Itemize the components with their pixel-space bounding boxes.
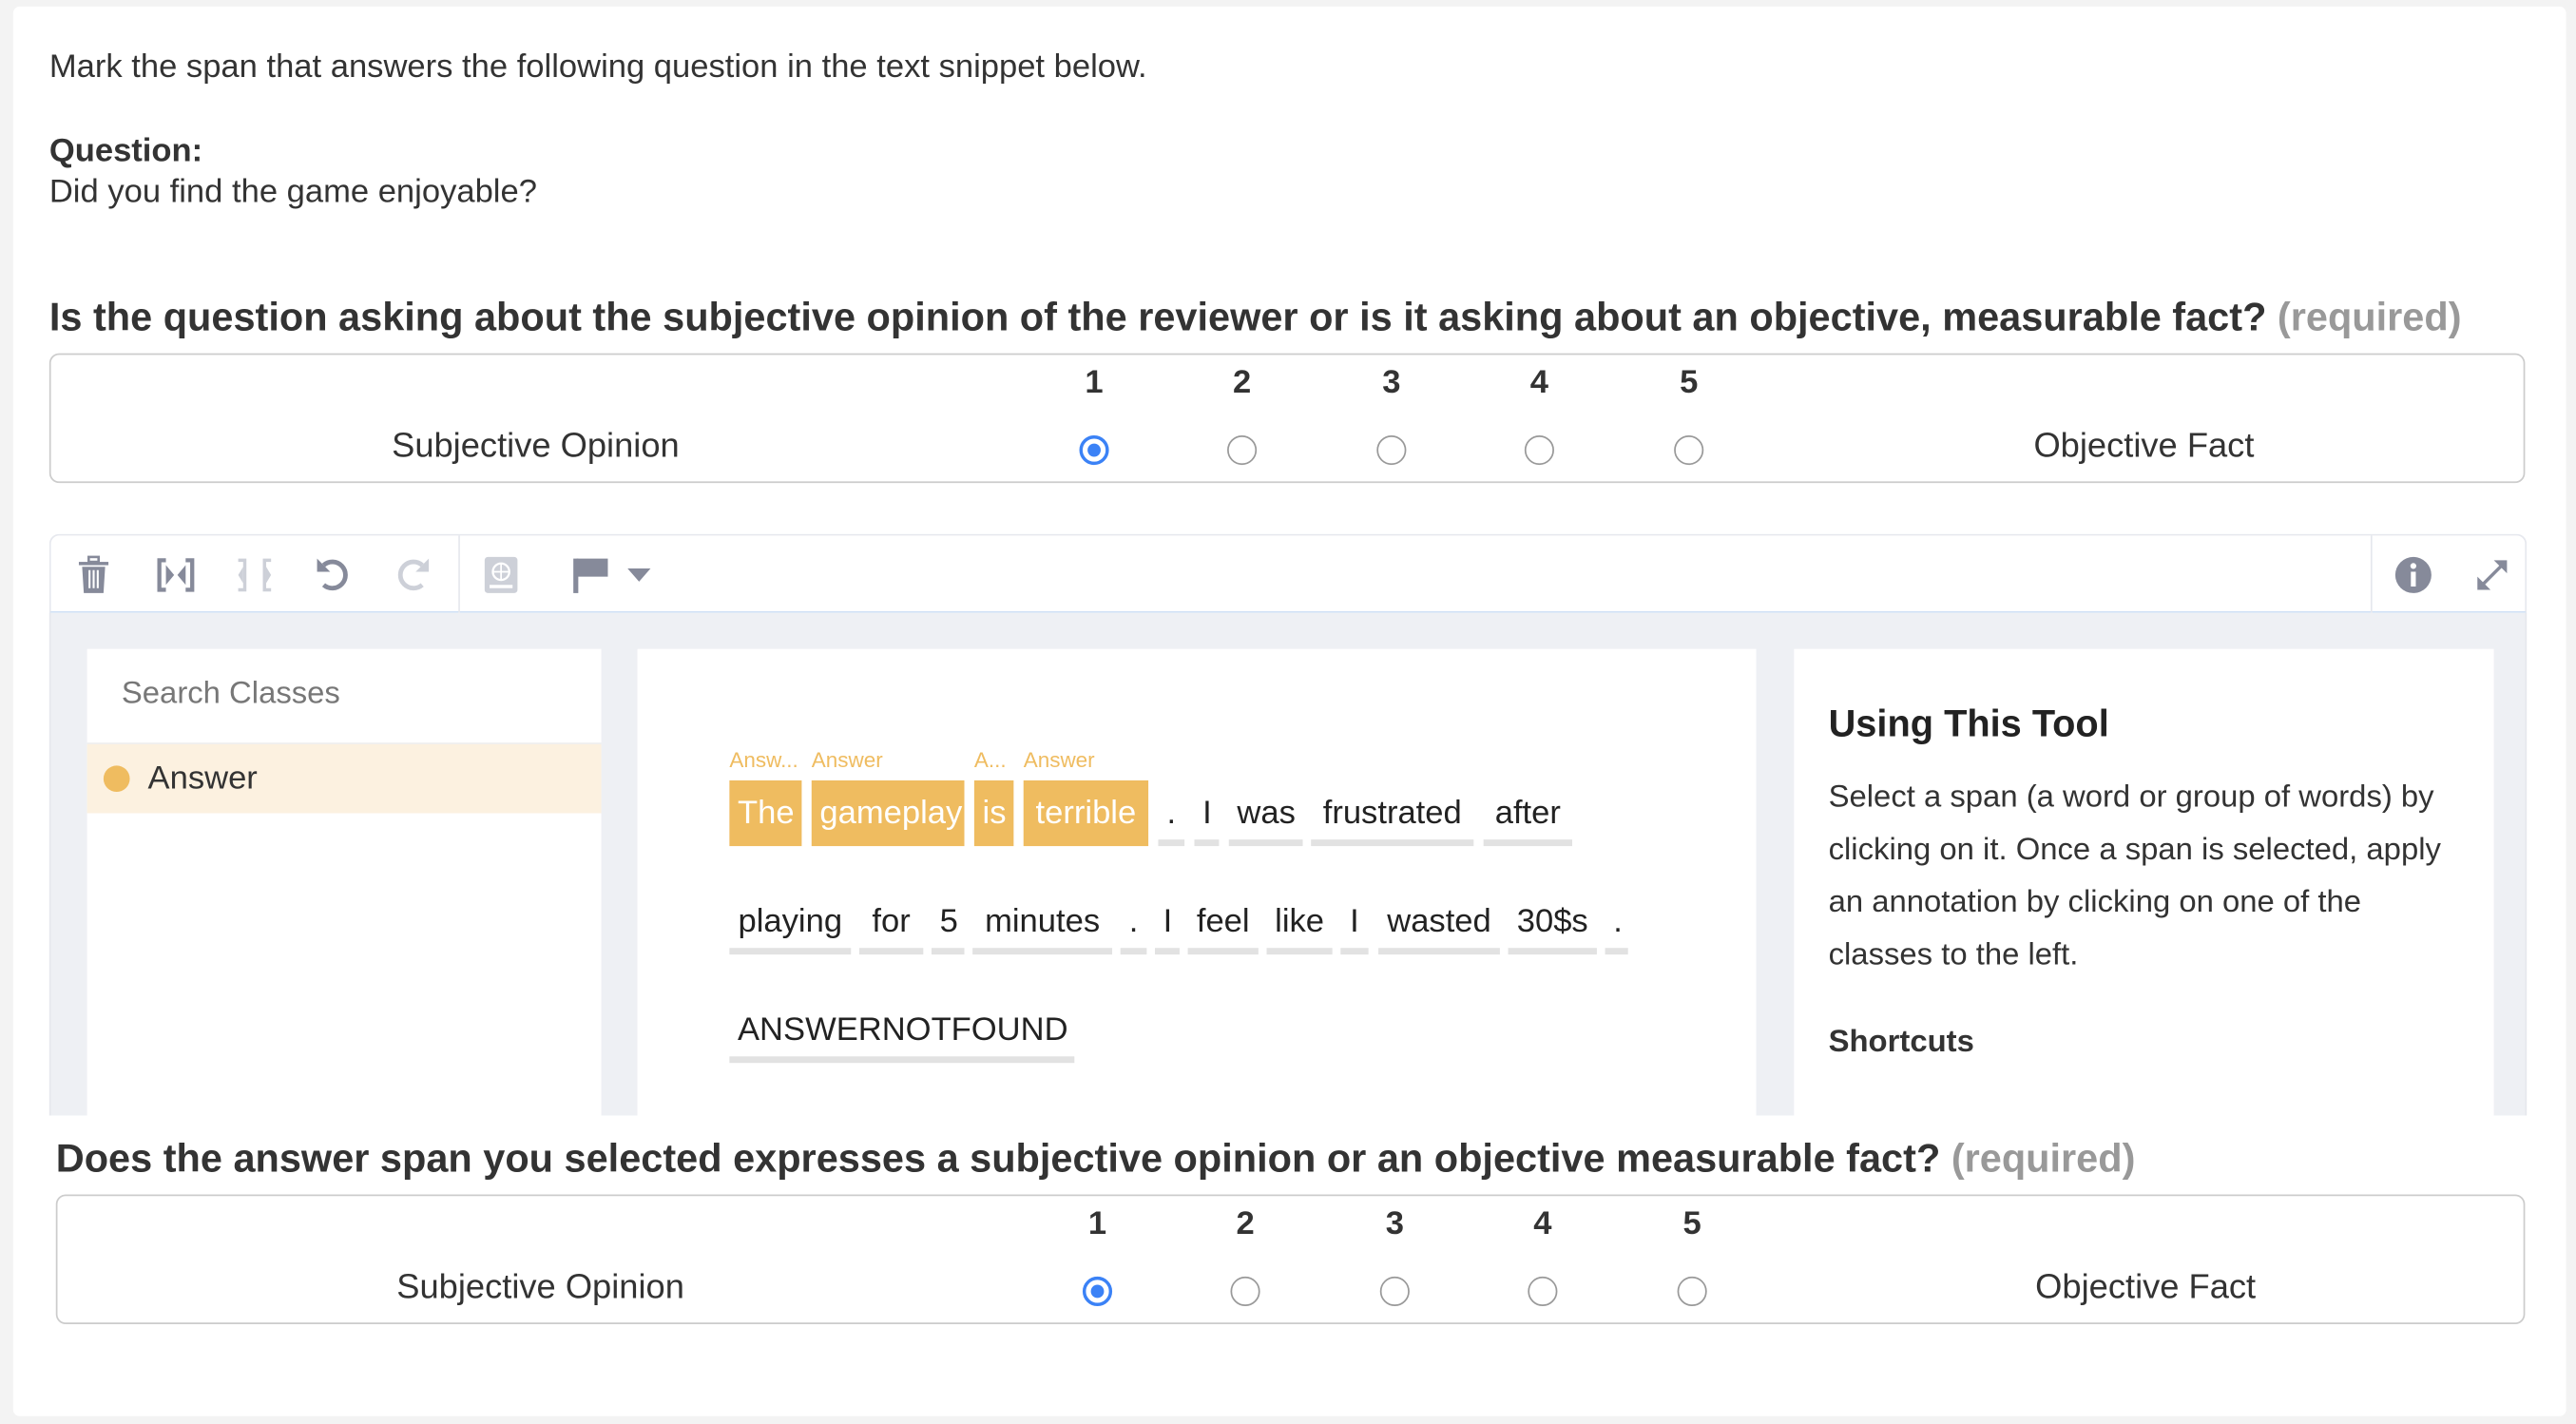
instruction-text: Mark the span that answers the following…	[48, 48, 1147, 86]
option-number: 3	[1382, 364, 1401, 401]
token-answer-not-found[interactable]: ANSWERNOTFOUND	[729, 997, 1075, 1064]
class-panel: Search Classes Answer	[87, 648, 602, 1116]
token-highlighted[interactable]: terrible	[1023, 779, 1149, 847]
token[interactable]: .	[1605, 889, 1628, 955]
token[interactable]: I	[1194, 780, 1220, 847]
left-label: Subjective Opinion	[396, 1268, 684, 1306]
radio-5[interactable]	[1674, 434, 1704, 466]
left-label: Subjective Opinion	[392, 427, 680, 466]
token[interactable]: like	[1266, 889, 1333, 955]
span-label: Answer	[811, 747, 883, 773]
option-number: 4	[1529, 364, 1549, 401]
token[interactable]: 30$s	[1508, 889, 1597, 955]
trash-icon[interactable]	[74, 555, 113, 594]
question-label: Question:	[48, 132, 203, 170]
token[interactable]: frustrated	[1311, 780, 1474, 847]
right-label: Objective Fact	[2033, 427, 2255, 466]
right-label: Objective Fact	[2035, 1268, 2257, 1306]
likert2-heading: Does the answer span you selected expres…	[56, 1137, 2136, 1183]
required-label: (required)	[2277, 296, 2462, 340]
radio-1[interactable]	[1082, 1276, 1113, 1306]
token[interactable]: was	[1228, 780, 1303, 847]
token[interactable]: 5	[931, 889, 965, 955]
annotation-toolbar	[48, 533, 2528, 613]
option-number: 3	[1385, 1205, 1404, 1242]
token[interactable]: playing	[729, 889, 852, 955]
token[interactable]: wasted	[1378, 889, 1500, 955]
radio-5[interactable]	[1677, 1276, 1707, 1306]
token[interactable]: .	[1158, 780, 1185, 847]
option-number: 1	[1085, 364, 1104, 401]
likert1-title: Is the question asking about the subject…	[48, 296, 2267, 340]
help-title: Using This Tool	[1828, 701, 2109, 744]
likert2-title: Does the answer span you selected expres…	[55, 1136, 1941, 1182]
shortcuts-heading: Shortcuts	[1828, 1025, 1974, 1060]
radio-4[interactable]	[1528, 1276, 1558, 1306]
likert1-heading: Is the question asking about the subject…	[49, 296, 2462, 341]
required-label: (required)	[1951, 1136, 2136, 1182]
span-label: A...	[973, 747, 1007, 773]
class-label: Answer	[147, 760, 258, 797]
option-number: 5	[1680, 364, 1699, 401]
help-panel: Using This Tool Select a span (a word or…	[1794, 648, 2494, 1116]
radio-2[interactable]	[1227, 434, 1258, 466]
caret-down-icon[interactable]	[620, 555, 659, 594]
token[interactable]: I	[1340, 889, 1369, 955]
token[interactable]: I	[1154, 889, 1180, 955]
radio-2[interactable]	[1230, 1276, 1260, 1306]
token[interactable]: minutes	[972, 889, 1113, 955]
token[interactable]: for	[858, 889, 924, 955]
redo-icon[interactable]	[393, 555, 432, 594]
option-number: 5	[1682, 1205, 1701, 1242]
option-number: 1	[1087, 1205, 1107, 1242]
search-classes-input[interactable]: Search Classes	[87, 649, 602, 744]
merge-icon[interactable]	[156, 555, 195, 594]
span-label: Answ...	[729, 747, 798, 773]
radio-1[interactable]	[1079, 434, 1109, 466]
token[interactable]: feel	[1187, 889, 1259, 955]
radio-3[interactable]	[1376, 434, 1407, 466]
likert1-scale: Subjective Opinion Objective Fact 1 2 3 …	[48, 353, 2526, 484]
toolbar-divider	[458, 535, 460, 613]
split-icon[interactable]	[235, 555, 274, 594]
token-highlighted[interactable]: gameplay	[811, 779, 965, 847]
help-body: Select a span (a word or group of words)…	[1828, 779, 2441, 973]
likert2-scale: Subjective Opinion Objective Fact 1 2 3 …	[55, 1194, 2526, 1325]
token-highlighted[interactable]: is	[973, 779, 1014, 847]
class-color-dot	[103, 765, 130, 793]
option-number: 2	[1232, 364, 1252, 401]
token[interactable]: after	[1483, 780, 1572, 847]
annotation-workspace: Search Classes Answer Answ... Answer A..…	[48, 612, 2528, 1116]
option-number: 4	[1533, 1205, 1552, 1242]
flag-icon[interactable]	[570, 555, 609, 594]
question-text: Did you find the game enjoyable?	[48, 174, 537, 211]
book-globe-icon[interactable]	[481, 555, 520, 594]
option-number: 2	[1236, 1205, 1255, 1242]
token-highlighted[interactable]: The	[729, 779, 802, 847]
span-label: Answer	[1023, 747, 1095, 773]
text-snippet-panel: Answ... Answer A... Answer The gameplay …	[637, 648, 1757, 1116]
toolbar-divider	[2370, 535, 2373, 613]
info-icon[interactable]	[2393, 555, 2432, 594]
class-item-answer[interactable]: Answer	[87, 743, 602, 814]
token[interactable]: .	[1120, 889, 1147, 955]
expand-icon[interactable]	[2472, 555, 2511, 594]
radio-3[interactable]	[1379, 1276, 1410, 1306]
undo-icon[interactable]	[314, 555, 353, 594]
radio-4[interactable]	[1524, 434, 1554, 466]
